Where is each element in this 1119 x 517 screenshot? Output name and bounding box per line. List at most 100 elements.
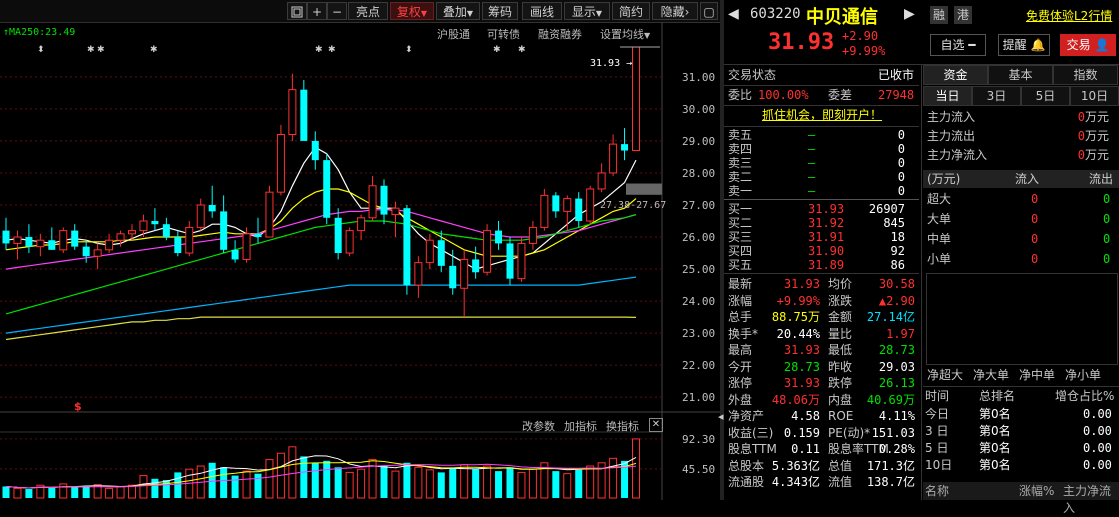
expand-icon[interactable]: ▢ xyxy=(700,2,718,20)
event-marker-icon: ✱ xyxy=(150,45,158,55)
net-flow-tab[interactable]: 净中单 xyxy=(1019,367,1055,384)
level-volume: 0 xyxy=(897,170,905,184)
candle-body xyxy=(2,230,10,244)
toolbar-btn-chips[interactable]: 筹码 xyxy=(482,2,518,20)
bid-row[interactable]: 买四 31.90 92 xyxy=(724,244,919,258)
close-icon[interactable]: ✕ xyxy=(649,418,663,432)
ask-row[interactable]: 卖二 — 0 xyxy=(724,170,919,184)
stat-label: 净资产 xyxy=(728,409,765,423)
btn-swap-indicator[interactable]: 换指标 xyxy=(606,418,639,434)
period-tab[interactable]: 10日 xyxy=(1070,86,1119,106)
alert-button[interactable]: 提醒 🔔 xyxy=(998,34,1050,56)
window-icon[interactable] xyxy=(287,2,307,20)
bid-diff-value: 27948 xyxy=(878,88,915,102)
volume-bar xyxy=(437,472,445,498)
volume-bar xyxy=(609,457,618,499)
bid-row[interactable]: 买三 31.91 18 xyxy=(724,230,919,244)
stock-code: 603220 xyxy=(750,6,801,22)
toolbar-btn-simple[interactable]: 简约 xyxy=(612,2,650,20)
ask-row[interactable]: 卖一 — 0 xyxy=(724,184,919,198)
stat-label: 换手* xyxy=(728,326,759,341)
ma250-value: MA250:23.49 xyxy=(9,27,76,38)
collapse-arrow-icon[interactable]: ◂ xyxy=(718,410,724,423)
candle-body xyxy=(71,230,79,247)
divider xyxy=(923,386,1119,387)
bid-row[interactable]: 买二 31.92 845 xyxy=(724,216,919,230)
price-tick-label: 28.00 xyxy=(682,167,715,180)
bell-icon: 🔔 xyxy=(1030,38,1046,52)
flow-unit: 万元 xyxy=(1085,110,1110,124)
ask-row[interactable]: 卖五 — 0 xyxy=(724,128,919,142)
funds-tab[interactable]: 资金 xyxy=(923,65,988,85)
bid-row[interactable]: 买一 31.93 26907 xyxy=(724,202,919,216)
candle-body xyxy=(391,207,400,216)
free-l2-link[interactable]: 免费体验L2行情 xyxy=(1026,7,1112,24)
link-margin[interactable]: 融资融券 xyxy=(538,26,582,42)
stat-value: 29.03 xyxy=(878,359,915,374)
flow-value: 0 xyxy=(1077,110,1085,124)
ask-row[interactable]: 卖三 — 0 xyxy=(724,156,919,170)
minus-icon[interactable]: − xyxy=(327,2,347,20)
link-shgt[interactable]: 沪股通 xyxy=(437,26,470,42)
stat-value: 48.06万 xyxy=(771,392,820,407)
toolbar-btn-overlay[interactable]: 叠加▼ xyxy=(436,2,480,20)
period-tab[interactable]: 3日 xyxy=(972,86,1021,106)
level-volume: 18 xyxy=(890,230,905,244)
net-flow-tab[interactable]: 净大单 xyxy=(973,367,1009,384)
funds-table-head-cell: 流出 xyxy=(1089,172,1114,186)
event-marker-icon: ⬍ xyxy=(405,45,413,55)
last-price-tag: 31.93 → xyxy=(590,58,632,69)
candle-body xyxy=(231,249,239,260)
candle-body xyxy=(483,230,492,273)
btn-edit-params[interactable]: 改参数 xyxy=(522,418,555,434)
trade-status-value: 已收市 xyxy=(878,68,915,82)
event-marker-icon: ✱ xyxy=(315,45,323,55)
plus-icon[interactable]: + xyxy=(307,2,327,20)
dropdown-arrow-icon: ▼ xyxy=(420,9,428,18)
volume-bar xyxy=(414,466,423,499)
open-account-banner[interactable]: 抓住机会，即刻开户！ xyxy=(762,107,882,124)
set-ma-dropdown[interactable]: 设置均线▼ xyxy=(600,26,650,42)
dividend-marker-icon: $ xyxy=(74,400,82,413)
last-price: 31.93 xyxy=(768,30,835,55)
kline-chart[interactable]: 31.00 30.00 29.00 28.00 27.00 26.00 25.00 24.00… xyxy=(0,22,720,500)
link-convertible[interactable]: 可转债 xyxy=(487,26,520,42)
toolbar-btn-draw[interactable]: 画线 xyxy=(522,2,562,20)
watchlist-button[interactable]: 自选 ━ xyxy=(930,34,986,56)
ask-row[interactable]: 卖四 — 0 xyxy=(724,142,919,156)
btn-add-indicator[interactable]: 加指标 xyxy=(564,418,597,434)
next-stock-icon[interactable]: ▶ xyxy=(904,6,915,22)
funds-row-out: 0 xyxy=(1103,212,1111,226)
volume-bar xyxy=(13,487,22,499)
level-price: 31.90 xyxy=(808,244,845,258)
funds-tab[interactable]: 基本 xyxy=(988,65,1053,85)
period-tab[interactable]: 5日 xyxy=(1021,86,1070,106)
arrow-right-icon: → xyxy=(626,58,633,69)
flow-unit: 万元 xyxy=(1085,129,1110,143)
trade-button-label: 交易 xyxy=(1066,38,1091,52)
toolbar-btn-hide[interactable]: 隐藏› xyxy=(652,2,698,20)
net-flow-tab[interactable]: 净小单 xyxy=(1065,367,1101,384)
prev-stock-icon[interactable]: ◀ xyxy=(728,6,739,22)
stat-value: 4.11% xyxy=(878,409,915,423)
candle-body xyxy=(59,230,68,251)
period-tab[interactable]: 当日 xyxy=(923,86,972,106)
net-flow-tab[interactable]: 净超大 xyxy=(927,367,963,384)
trade-button[interactable]: 交易 👤 xyxy=(1060,34,1116,56)
bid-ratio-value: 100.00% xyxy=(758,88,809,102)
toolbar-btn-display[interactable]: 显示▼ xyxy=(564,2,610,20)
level-volume: 92 xyxy=(890,244,905,258)
toolbar-btn-adjust[interactable]: 复权▼ xyxy=(390,2,434,20)
price-tick-label: 22.00 xyxy=(682,359,715,372)
toolbar-btn-hide-label: 隐藏 xyxy=(660,5,685,19)
volume-bar xyxy=(254,473,262,498)
price-tick-label: 23.00 xyxy=(682,327,715,340)
toolbar-btn-highlight[interactable]: 亮点 xyxy=(348,2,388,20)
funds-tab[interactable]: 指数 xyxy=(1053,65,1118,85)
stats-row: 换手* 20.44% 量比 1.97 xyxy=(724,326,919,342)
bid-ratio-label: 委比 xyxy=(728,88,753,102)
funds-row-in: 0 xyxy=(1031,252,1039,266)
rank-row-pct: 0.00 xyxy=(1083,407,1112,421)
bid-row[interactable]: 买五 31.89 86 xyxy=(724,258,919,272)
funds-row-label: 中单 xyxy=(927,232,952,246)
